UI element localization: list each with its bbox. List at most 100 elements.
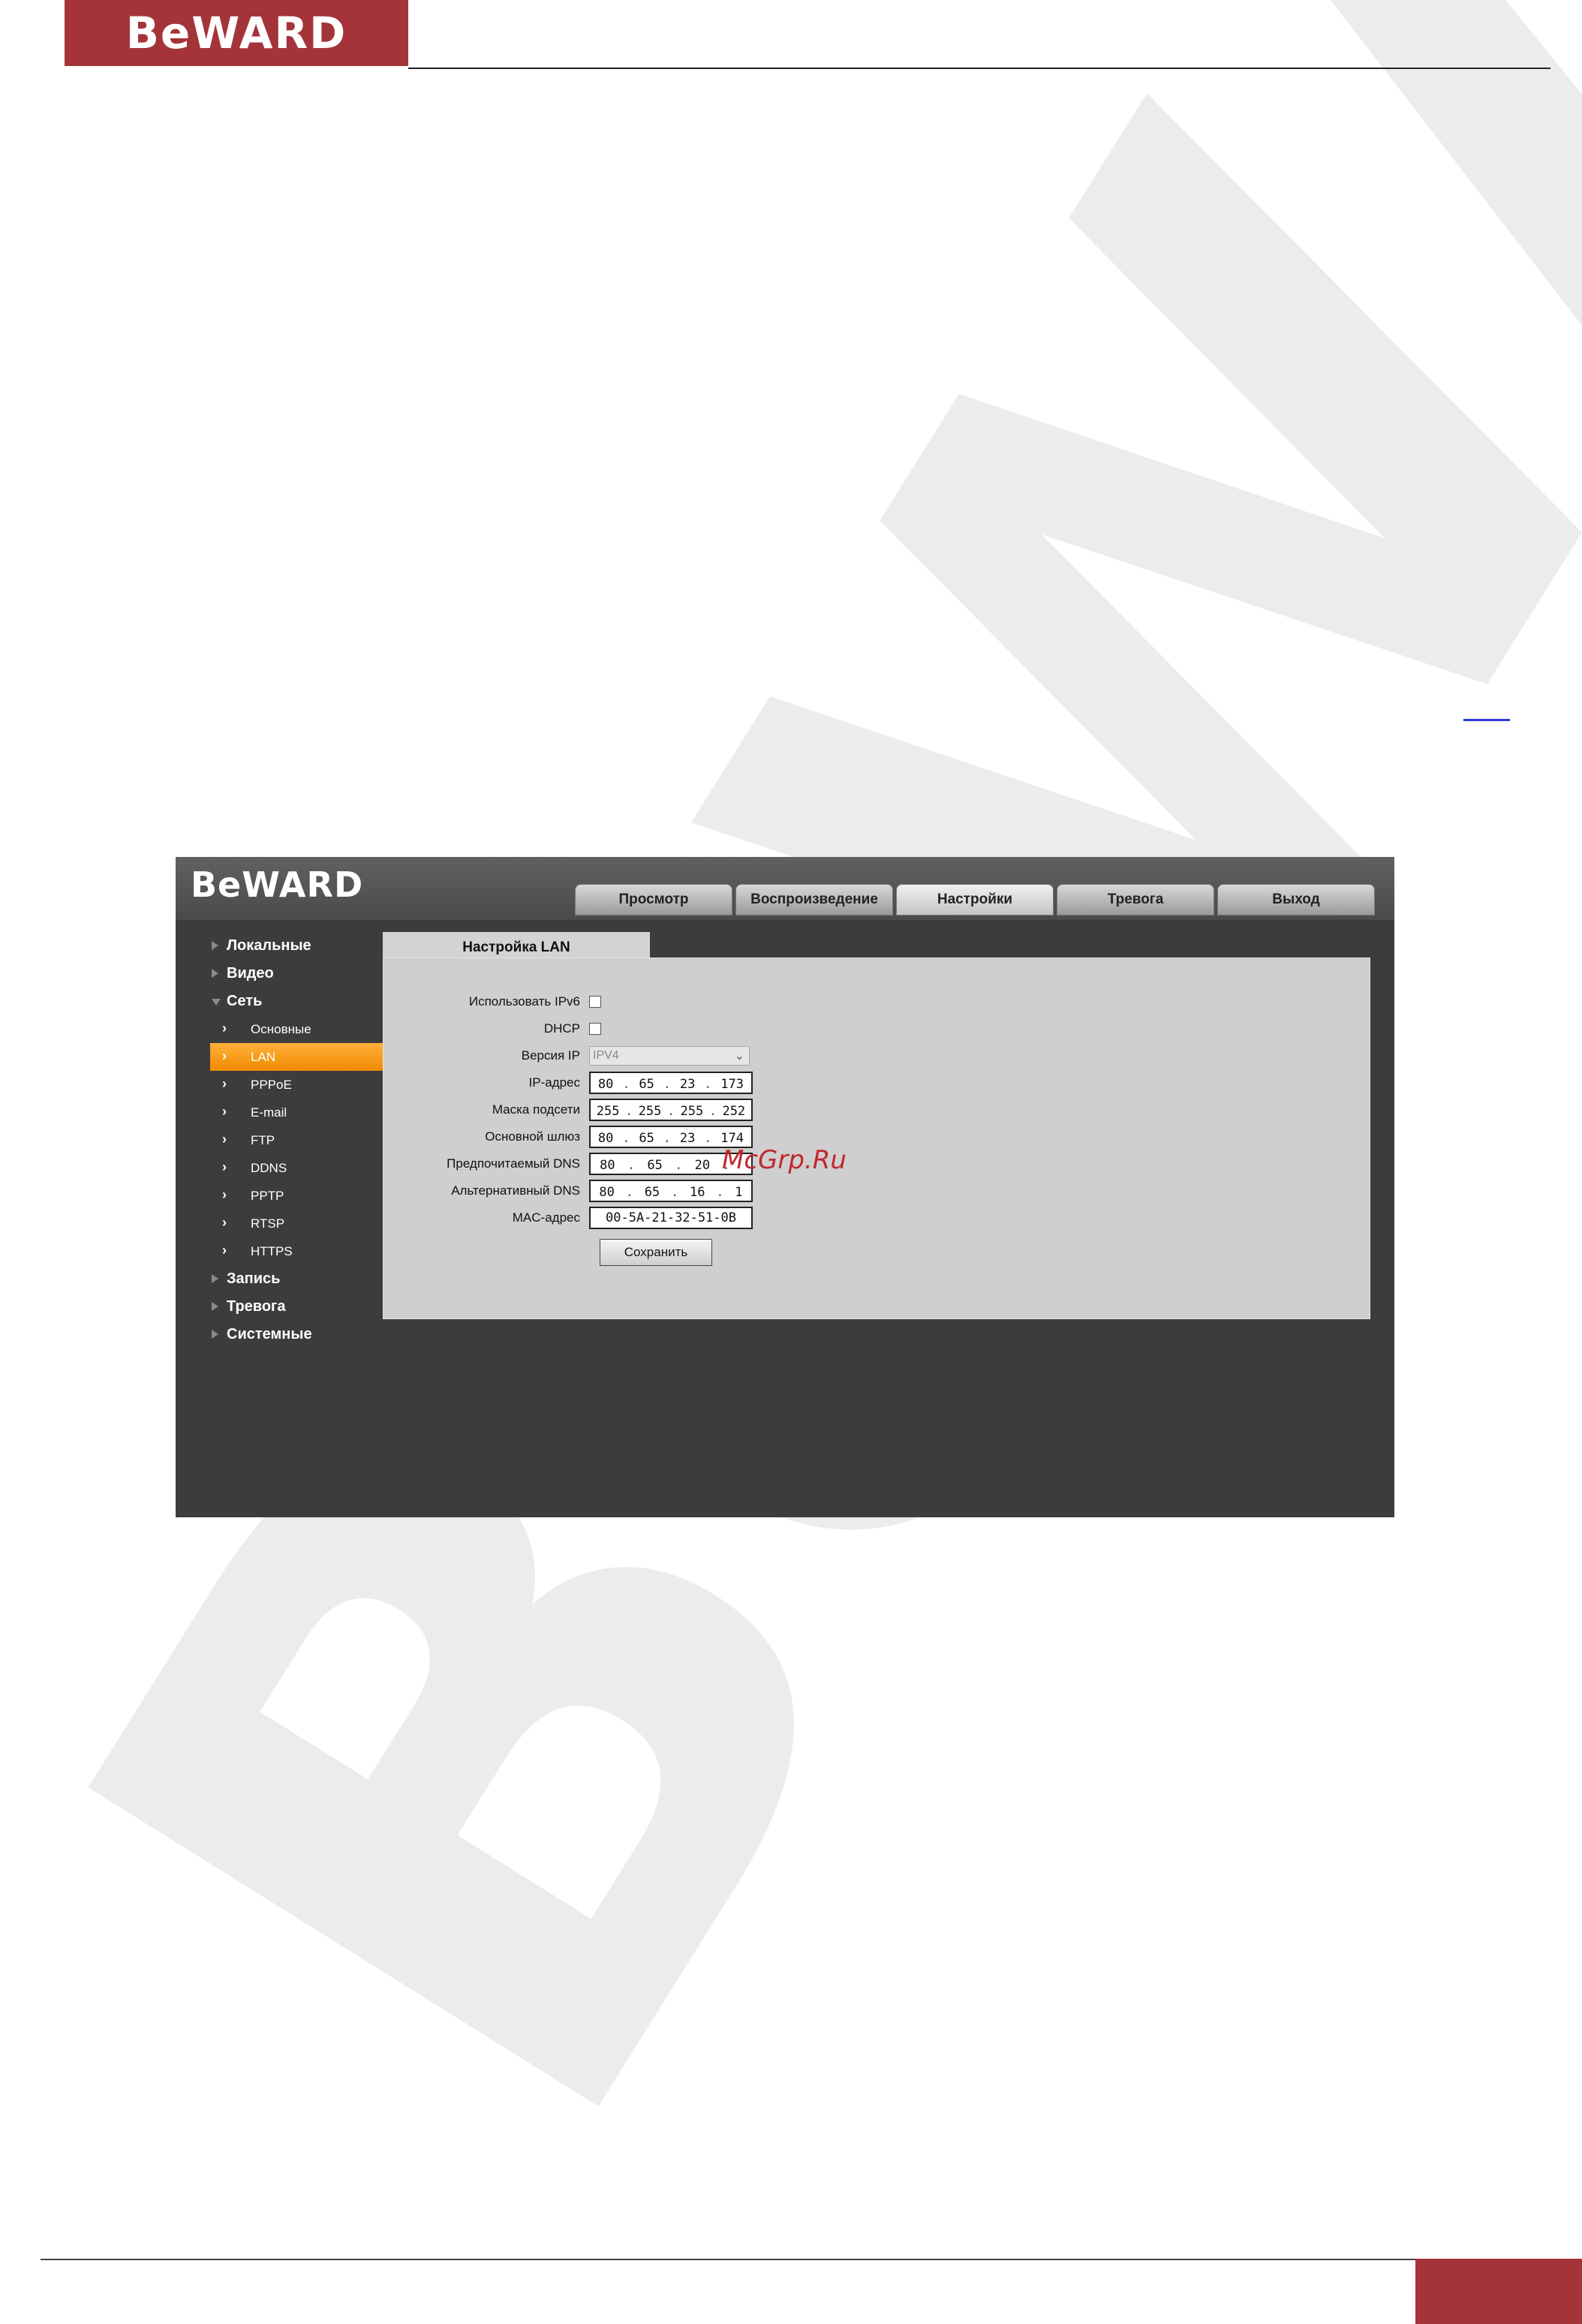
sidebar-label: LAN (251, 1049, 276, 1064)
sidebar-label: E-mail (251, 1105, 287, 1120)
sidebar-label: HTTPS (251, 1243, 293, 1258)
dhcp-checkbox[interactable] (589, 1023, 601, 1035)
chevron-right-icon: › (222, 1048, 227, 1063)
ip-version-row: Версия IP IPV4 ⌄ (383, 1044, 750, 1068)
octet[interactable]: 65 (645, 1185, 660, 1200)
sidebar-item-lan[interactable]: › LAN (210, 1043, 383, 1071)
octet[interactable]: 80 (600, 1158, 615, 1173)
link-underline[interactable] (1463, 719, 1510, 721)
sidebar-item-system[interactable]: Системные (210, 1321, 383, 1348)
app-header: BeWARD Просмотр Воспроизведение Настройк… (176, 857, 1394, 920)
gateway-label: Основной шлюз (485, 1129, 580, 1144)
tab-logout[interactable]: Выход (1217, 884, 1375, 915)
dhcp-row: DHCP (383, 1017, 601, 1041)
chevron-right-icon: › (222, 1215, 227, 1230)
footer-corner-block (1415, 2259, 1582, 2324)
sidebar-label: PPPoE (251, 1077, 292, 1092)
octet[interactable]: 23 (680, 1077, 695, 1092)
lan-settings-panel: Использовать IPv6 DHCP Версия IP IPV4 ⌄ I… (383, 958, 1370, 1319)
octet[interactable]: 65 (647, 1158, 662, 1173)
octet[interactable]: 16 (690, 1185, 705, 1200)
header-rule (408, 68, 1550, 69)
octet[interactable]: 80 (599, 1185, 614, 1200)
document-logo: BeWARD (65, 0, 408, 66)
ip-version-label: Версия IP (521, 1048, 580, 1063)
dns2-row: Альтернативный DNS 80. 65. 16. 1 (383, 1179, 753, 1203)
sidebar-label: Запись (227, 1270, 281, 1287)
mac-row: MAC-адрес 00-5A-21-32-51-0B (383, 1206, 753, 1230)
sidebar-label: Сеть (227, 993, 263, 1009)
dns1-row: Предпочитаемый DNS 80. 65. 20. (383, 1152, 753, 1176)
octet[interactable]: 23 (680, 1131, 695, 1146)
octet[interactable]: 65 (639, 1077, 654, 1092)
sidebar-item-pppoe[interactable]: › PPPoE (219, 1071, 383, 1099)
dns1-label: Предпочитаемый DNS (447, 1156, 580, 1171)
tab-playback[interactable]: Воспроизведение (735, 884, 893, 915)
octet[interactable]: 252 (722, 1104, 745, 1119)
caret-down-icon (212, 999, 221, 1006)
caret-right-icon (212, 941, 218, 950)
camera-web-interface: BeWARD Просмотр Воспроизведение Настройк… (176, 857, 1394, 1517)
ip-version-select[interactable]: IPV4 ⌄ (589, 1046, 750, 1066)
octet[interactable]: 80 (598, 1131, 613, 1146)
watermark-text: McGrp.Ru (722, 1145, 847, 1175)
octet[interactable]: 80 (598, 1077, 613, 1092)
subnet-mask-input[interactable]: 255. 255. 255. 252 (589, 1099, 753, 1121)
sidebar-label: Тревога (227, 1298, 286, 1315)
ip-address-input[interactable]: 80. 65. 23. 173 (589, 1072, 753, 1094)
footer-rule (41, 2259, 1415, 2260)
mac-address-field: 00-5A-21-32-51-0B (589, 1207, 753, 1229)
octet[interactable]: 173 (720, 1077, 744, 1092)
tab-view[interactable]: Просмотр (575, 884, 732, 915)
caret-right-icon (212, 1274, 218, 1283)
sidebar-item-https[interactable]: › HTTPS (219, 1237, 383, 1265)
sidebar-item-alarm[interactable]: Тревога (210, 1293, 383, 1321)
save-button[interactable]: Сохранить (600, 1239, 712, 1266)
octet[interactable]: 1 (735, 1185, 742, 1200)
ip-row: IP-адрес 80. 65. 23. 173 (383, 1071, 753, 1095)
tab-settings[interactable]: Настройки (896, 884, 1054, 915)
octet[interactable]: 174 (720, 1131, 744, 1146)
sidebar-label: DDNS (251, 1160, 287, 1175)
sidebar-label: Видео (227, 965, 274, 982)
top-tabs: Просмотр Воспроизведение Настройки Трево… (575, 884, 1375, 915)
sidebar-item-video[interactable]: Видео (210, 960, 383, 988)
sidebar-item-pptp[interactable]: › PPTP (219, 1182, 383, 1210)
dns2-label: Альтернативный DNS (451, 1183, 580, 1198)
dhcp-label: DHCP (543, 1021, 580, 1036)
sidebar-item-network[interactable]: Сеть (210, 988, 383, 1015)
chevron-right-icon: › (222, 1159, 227, 1174)
sidebar-item-basic[interactable]: › Основные (219, 1015, 383, 1043)
chevron-right-icon: › (222, 1243, 227, 1258)
tab-alarm[interactable]: Тревога (1057, 884, 1214, 915)
sidebar-item-ftp[interactable]: › FTP (219, 1126, 383, 1154)
chevron-down-icon: ⌄ (734, 1050, 744, 1063)
sidebar-item-rtsp[interactable]: › RTSP (219, 1210, 383, 1237)
chevron-right-icon: › (222, 1132, 227, 1147)
mask-label: Маска подсети (492, 1102, 580, 1117)
ipv6-row: Использовать IPv6 (383, 990, 601, 1014)
sidebar-label: RTSP (251, 1216, 285, 1231)
chevron-right-icon: › (222, 1187, 227, 1202)
octet[interactable]: 65 (639, 1131, 654, 1146)
chevron-right-icon: › (222, 1021, 227, 1036)
chevron-right-icon: › (222, 1076, 227, 1091)
octet[interactable]: 20 (695, 1158, 710, 1173)
sidebar-item-email[interactable]: › E-mail (219, 1099, 383, 1126)
octet[interactable]: 255 (681, 1104, 704, 1119)
alternate-dns-input[interactable]: 80. 65. 16. 1 (589, 1180, 753, 1202)
sidebar-item-local[interactable]: Локальные (210, 932, 383, 960)
chevron-right-icon: › (222, 1104, 227, 1119)
sidebar-label: FTP (251, 1132, 275, 1147)
ip-version-value: IPV4 (593, 1049, 619, 1062)
caret-right-icon (212, 969, 218, 978)
octet[interactable]: 255 (597, 1104, 620, 1119)
app-logo: BeWARD (191, 864, 364, 905)
sidebar-item-ddns[interactable]: › DDNS (219, 1154, 383, 1182)
sidebar-item-record[interactable]: Запись (210, 1265, 383, 1293)
octet[interactable]: 255 (639, 1104, 662, 1119)
ipv6-checkbox[interactable] (589, 996, 601, 1008)
sidebar-label: Основные (251, 1021, 311, 1036)
sidebar-label: Локальные (227, 937, 311, 954)
settings-sidebar: Локальные Видео Сеть › Основные › LAN › PPP… (210, 932, 383, 1348)
